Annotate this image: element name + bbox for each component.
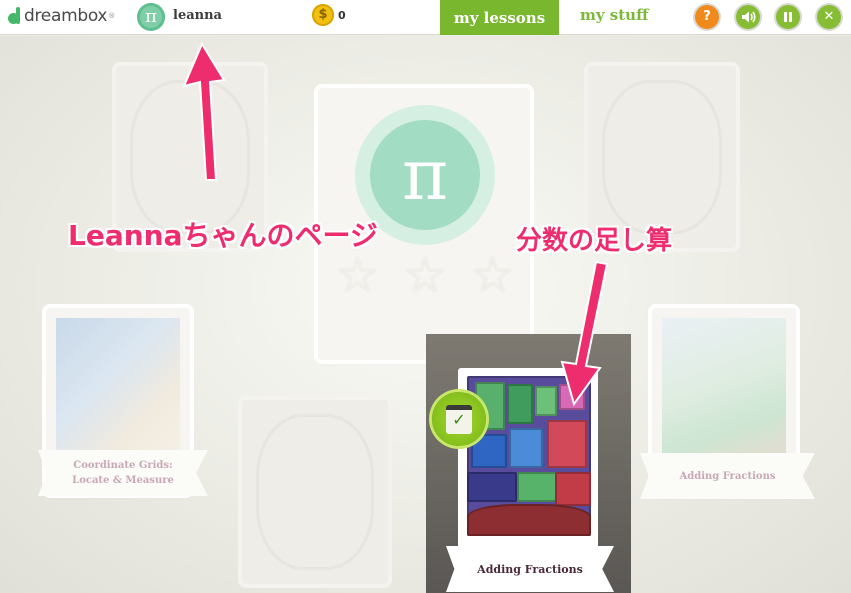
- pause-icon: [784, 12, 792, 22]
- lesson-thumbnail: [467, 376, 591, 536]
- tab-my-stuff[interactable]: my stuff: [580, 6, 648, 24]
- lesson-title-line2: Locate & Measure: [72, 475, 174, 486]
- star-icon: ☆: [402, 246, 448, 304]
- annotation-user-page: Leannaちゃんのページ: [68, 219, 378, 252]
- star-icon: ☆: [335, 246, 380, 304]
- lesson-thumbnail: [56, 318, 180, 468]
- help-button[interactable]: ?: [695, 5, 719, 29]
- dreambox-logo[interactable]: dreambox ®: [8, 6, 115, 26]
- dreambox-d-icon: [8, 6, 22, 26]
- calendar-check-icon: ✓: [432, 392, 486, 446]
- lesson-title-line1: Coordinate Grids:: [73, 460, 173, 471]
- locked-lesson-card: [242, 400, 388, 584]
- username: leanna: [173, 8, 222, 23]
- tab-my-lessons[interactable]: my lessons: [440, 0, 559, 35]
- sound-button[interactable]: [736, 5, 760, 29]
- lesson-title-ribbon-active[interactable]: Adding Fractions: [446, 546, 614, 592]
- lesson-title-ribbon[interactable]: Coordinate Grids: Locate & Measure: [38, 450, 208, 496]
- tab-my-lessons-label: my lessons: [453, 8, 546, 27]
- lesson-title-ribbon[interactable]: Adding Fractions: [640, 453, 815, 499]
- lesson-thumbnail: [662, 318, 786, 468]
- doodle-decoration: [256, 414, 374, 570]
- close-button[interactable]: ✕: [817, 5, 841, 29]
- star-rating: ☆ ☆ ☆: [335, 250, 515, 300]
- brand-trademark: ®: [108, 12, 116, 20]
- top-bar: dreambox ® π leanna $ 0 my lessons my st…: [0, 0, 851, 35]
- checkmark-icon: ✓: [446, 404, 472, 434]
- annotation-fraction-addition: 分数の足し算: [516, 226, 673, 256]
- pause-button[interactable]: [776, 5, 800, 29]
- coin-icon: $: [312, 4, 334, 26]
- user-avatar[interactable]: π: [137, 3, 165, 31]
- doodle-decoration: [602, 80, 722, 234]
- doodle-decoration: [130, 80, 250, 234]
- star-icon: ☆: [470, 246, 515, 304]
- coin-count: 0: [338, 9, 346, 22]
- speaker-icon: [742, 11, 756, 23]
- pi-symbol: π: [370, 120, 480, 230]
- brand-name: dreambox: [24, 6, 108, 26]
